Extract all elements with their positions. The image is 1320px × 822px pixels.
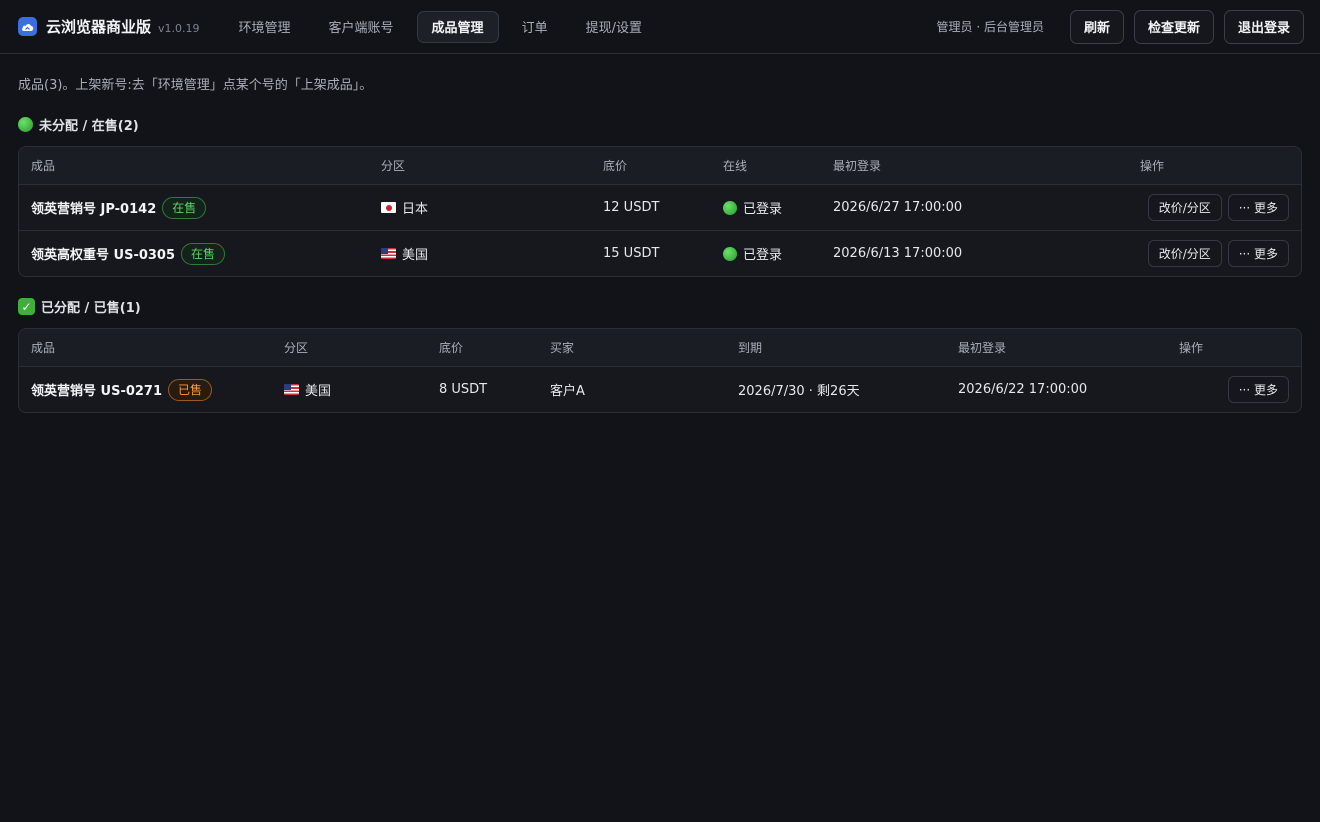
green-circle-icon (18, 117, 33, 132)
table-row: 领英营销号 JP-0142 在售 日本 12 USDT 已登录 2026/6/2… (19, 184, 1301, 230)
check-update-button[interactable]: 检查更新 (1133, 9, 1214, 44)
online-status: 已登录 (743, 202, 783, 217)
col-price: 底价 (439, 341, 464, 355)
tab-environment[interactable]: 环境管理 (224, 11, 306, 43)
page-hint: 成品(3)。上架新号:去「环境管理」点某个号的「上架成品」。 (18, 78, 373, 93)
assigned-table: 成品 分区 底价 买家 到期 最初登录 操作 领英营销号 US-0271 已售 … (18, 328, 1302, 413)
first-login: 2026/6/22 17:00:00 (958, 382, 1088, 397)
product-name: 领英高权重号 US-0305 (31, 248, 176, 263)
table-header: 成品 分区 底价 在线 最初登录 操作 (19, 147, 1301, 184)
col-region: 分区 (284, 341, 309, 355)
section-unassigned-title: 未分配 / 在售(2) (18, 115, 1302, 134)
status-badge: 在售 (162, 196, 207, 219)
col-buyer: 买家 (550, 341, 575, 355)
top-bar: 云浏览器商业版 v1.0.19 环境管理 客户端账号 成品管理 订单 提现/设置… (0, 0, 1320, 54)
product-name: 领英营销号 JP-0142 (31, 202, 157, 217)
refresh-button[interactable]: 刷新 (1069, 9, 1124, 44)
more-button[interactable]: ··· 更多 (1227, 194, 1289, 221)
col-product: 成品 (31, 341, 56, 355)
online-status: 已登录 (743, 248, 783, 263)
col-actions: 操作 (1179, 341, 1204, 355)
col-product: 成品 (31, 159, 56, 173)
first-login: 2026/6/13 17:00:00 (833, 246, 963, 261)
japan-flag-icon (381, 202, 396, 213)
tab-withdraw-settings[interactable]: 提现/设置 (571, 11, 657, 43)
tab-orders[interactable]: 订单 (507, 11, 563, 43)
expiry: 2026/7/30 · 剩26天 (738, 384, 860, 399)
table-row: 领英高权重号 US-0305 在售 美国 15 USDT 已登录 2026/6/… (19, 230, 1301, 276)
buyer: 客户A (550, 384, 585, 399)
price: 15 USDT (603, 246, 660, 261)
app-logo-icon (18, 17, 37, 36)
price: 8 USDT (439, 382, 488, 397)
logout-button[interactable]: 退出登录 (1223, 9, 1304, 44)
usa-flag-icon (381, 248, 396, 259)
section-assigned-label: 已分配 / 已售(1) (41, 301, 141, 316)
section-unassigned-label: 未分配 / 在售(2) (39, 119, 139, 134)
edit-price-region-button[interactable]: 改价/分区 (1147, 240, 1222, 267)
col-expiry: 到期 (738, 341, 763, 355)
tab-client-accounts[interactable]: 客户端账号 (314, 11, 409, 43)
col-online: 在线 (723, 159, 748, 173)
user-info: 管理员 · 后台管理员 (936, 20, 1044, 34)
online-status-icon (723, 246, 737, 261)
online-status-icon (723, 200, 737, 215)
col-region: 分区 (381, 159, 406, 173)
table-row: 领英营销号 US-0271 已售 美国 8 USDT 客户A 2026/7/30… (19, 366, 1301, 412)
region-name: 日本 (402, 202, 429, 217)
price: 12 USDT (603, 200, 660, 215)
check-mark-icon: ✓ (18, 298, 35, 315)
product-name: 领英营销号 US-0271 (31, 384, 163, 399)
first-login: 2026/6/27 17:00:00 (833, 200, 963, 215)
edit-price-region-button[interactable]: 改价/分区 (1147, 194, 1222, 221)
region-name: 美国 (402, 248, 429, 263)
more-button[interactable]: ··· 更多 (1227, 376, 1289, 403)
region-name: 美国 (305, 384, 332, 399)
main-content: 成品(3)。上架新号:去「环境管理」点某个号的「上架成品」。 未分配 / 在售(… (0, 54, 1320, 413)
app-title: 云浏览器商业版 (46, 18, 152, 36)
more-button[interactable]: ··· 更多 (1227, 240, 1289, 267)
section-assigned-title: ✓ 已分配 / 已售(1) (18, 297, 1302, 316)
table-header: 成品 分区 底价 买家 到期 最初登录 操作 (19, 329, 1301, 366)
tab-products[interactable]: 成品管理 (416, 10, 499, 43)
col-price: 底价 (603, 159, 628, 173)
col-first-login: 最初登录 (958, 341, 1007, 355)
col-first-login: 最初登录 (833, 159, 882, 173)
app-version: v1.0.19 (158, 21, 200, 35)
status-badge: 在售 (181, 242, 226, 265)
usa-flag-icon (284, 384, 299, 395)
unassigned-table: 成品 分区 底价 在线 最初登录 操作 领英营销号 JP-0142 在售 日本 … (18, 146, 1302, 277)
main-nav: 环境管理 客户端账号 成品管理 订单 提现/设置 (224, 10, 665, 43)
status-badge: 已售 (168, 378, 213, 401)
col-actions: 操作 (1140, 159, 1165, 173)
